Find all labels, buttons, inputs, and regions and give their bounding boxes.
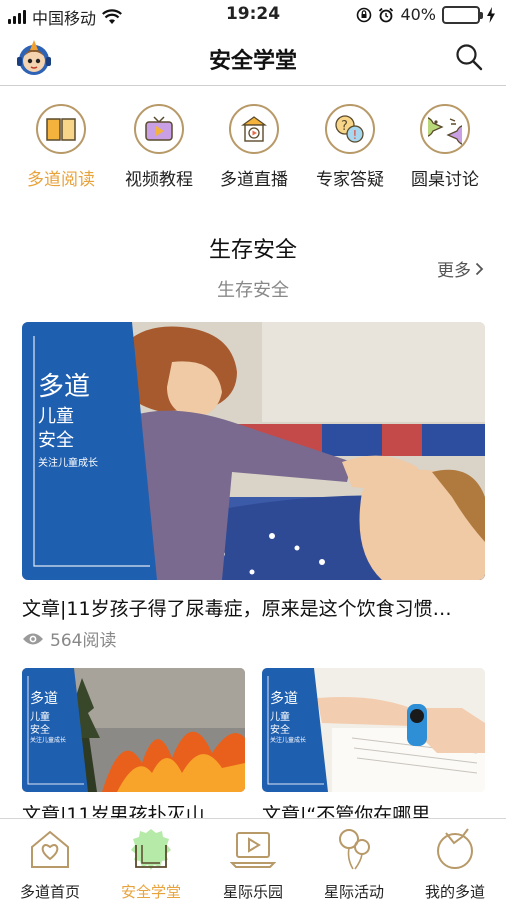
more-link[interactable]: 更多	[437, 256, 484, 281]
featured-article-title[interactable]: 文章|11岁孩子得了尿毒症，原来是这个饮食习惯…	[22, 594, 485, 621]
status-bar: 中国移动 19:24 40%	[0, 0, 506, 30]
brand-logo-line2: 安全	[270, 725, 290, 736]
category-label: 多道阅读	[27, 170, 95, 190]
book-icon	[36, 104, 86, 154]
featured-view-count: 564阅读	[22, 626, 116, 651]
tab-home[interactable]: 多道首页	[0, 827, 100, 900]
tab-label: 多道首页	[19, 883, 80, 900]
eye-icon	[23, 633, 43, 644]
section-subtitle: 生存安全	[217, 280, 289, 301]
wildfire-photo	[22, 668, 245, 792]
brand-logo-main: 多道	[30, 691, 58, 707]
tab-label: 我的多道	[424, 883, 485, 900]
tab-label: 安全学堂	[120, 883, 181, 900]
category-row: 多道阅读 视频教程 多道直播 ? ! 专家答疑 圆桌讨论	[0, 104, 506, 196]
video-laptop-icon	[229, 832, 277, 868]
brand-logo-line2: 安全	[30, 725, 50, 736]
featured-photo	[22, 322, 485, 580]
view-count-text: 564阅读	[50, 631, 117, 651]
category-label: 专家答疑	[316, 170, 384, 190]
brand-logo-line1: 儿童	[38, 406, 74, 427]
brand-slogan: 关注儿童成长	[38, 458, 98, 469]
category-label: 视频教程	[125, 170, 193, 190]
brand-slogan: 关注儿童成长	[270, 737, 307, 744]
safety-school-icon	[131, 829, 171, 870]
page-title: 安全学堂	[208, 49, 297, 74]
charging-bolt-icon	[487, 6, 495, 23]
chevron-right-icon	[475, 262, 484, 275]
brand-logo-main: 多道	[270, 691, 298, 707]
tab-my-duodao[interactable]: 我的多道	[405, 827, 505, 900]
battery-percent: 40%	[400, 5, 436, 24]
alarm-icon	[379, 7, 394, 22]
section-title: 生存安全	[208, 238, 297, 263]
brand-logo-main: 多道	[38, 372, 91, 402]
search-icon[interactable]	[454, 42, 484, 72]
featured-article-image[interactable]: 多道 儿童 安全 关注儿童成长	[22, 322, 485, 580]
top-nav-bar: 安全学堂	[0, 30, 506, 86]
home-heart-icon	[31, 830, 69, 868]
category-reading[interactable]: 多道阅读	[13, 104, 109, 190]
tab-label: 星际乐园	[222, 883, 283, 900]
brand-slogan: 关注儿童成长	[30, 737, 67, 744]
orientation-lock-icon	[357, 7, 372, 22]
tab-safety-school[interactable]: 安全学堂	[101, 827, 201, 900]
tab-interstellar-events[interactable]: 星际活动	[304, 827, 404, 900]
status-right: 40%	[356, 5, 496, 24]
smartwatch-photo	[262, 668, 485, 792]
tab-interstellar-park[interactable]: 星际乐园	[203, 827, 303, 900]
article-card-watch[interactable]: 多道 儿童 安全 关注儿童成长	[262, 668, 485, 792]
article-card-wildfire[interactable]: 多道 儿童 安全 关注儿童成长	[22, 668, 245, 792]
category-roundtable[interactable]: 圆桌讨论	[397, 104, 493, 190]
battery-icon	[442, 5, 483, 24]
roundtable-icon	[420, 104, 470, 154]
tab-label: 星际活动	[323, 883, 384, 900]
balloons-icon	[339, 829, 370, 870]
more-label: 更多	[437, 261, 471, 281]
brand-logo-line2: 安全	[38, 430, 74, 451]
category-live[interactable]: 多道直播	[206, 104, 302, 190]
svg-text:!: !	[353, 128, 358, 142]
category-label: 多道直播	[220, 170, 288, 190]
live-broadcast-icon	[229, 104, 279, 154]
category-expert[interactable]: ? ! 专家答疑	[302, 104, 398, 190]
bottom-tab-bar: 多道首页 安全学堂 星际乐园 星际活动 我的多道	[0, 818, 506, 900]
category-label: 圆桌讨论	[411, 170, 479, 190]
tv-icon	[134, 104, 184, 154]
profile-planet-icon	[437, 828, 473, 869]
expert-qa-icon: ? !	[325, 104, 375, 154]
category-video[interactable]: 视频教程	[111, 104, 207, 190]
